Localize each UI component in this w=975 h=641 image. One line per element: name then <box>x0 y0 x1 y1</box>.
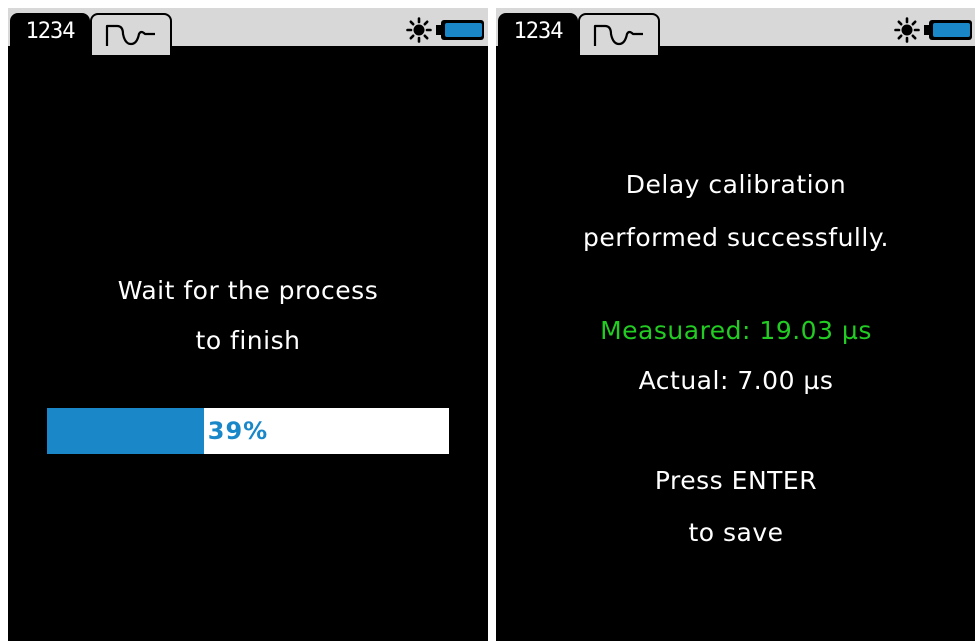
wait-message-line1: Wait for the process <box>117 276 379 305</box>
progress-percent: 39% <box>207 417 269 445</box>
device-screen-result: 1234 Delay calibration performed success… <box>496 8 975 641</box>
battery-icon <box>924 20 972 40</box>
tab-digits[interactable]: 1234 <box>498 13 578 51</box>
tab-waveform[interactable] <box>90 13 172 57</box>
progress-fill <box>47 408 204 454</box>
result-message-line2: performed successfully. <box>582 223 890 252</box>
result-message-line1: Delay calibration <box>625 170 847 199</box>
tab-waveform[interactable] <box>578 13 660 57</box>
device-screen-progress: 1234 Wait for the process to finish 39% <box>8 8 488 641</box>
battery-icon <box>436 20 484 40</box>
brightness-icon <box>894 17 920 43</box>
top-bar: 1234 <box>496 8 975 57</box>
waveform-icon <box>593 24 643 46</box>
measured-value: Measuared: 19.03 µs <box>600 316 872 345</box>
instruction-line1: Press ENTER <box>654 466 818 495</box>
actual-value: Actual: 7.00 µs <box>638 366 834 395</box>
instruction-line2: to save <box>688 518 784 547</box>
wait-message-line2: to finish <box>195 326 301 355</box>
tab-digits[interactable]: 1234 <box>10 13 90 51</box>
brightness-icon <box>406 17 432 43</box>
tab-digits-label: 1234 <box>513 18 564 44</box>
progress-bar: 39% <box>47 408 449 454</box>
tab-digits-label: 1234 <box>25 18 76 44</box>
waveform-icon <box>105 24 155 46</box>
top-bar: 1234 <box>8 8 488 57</box>
